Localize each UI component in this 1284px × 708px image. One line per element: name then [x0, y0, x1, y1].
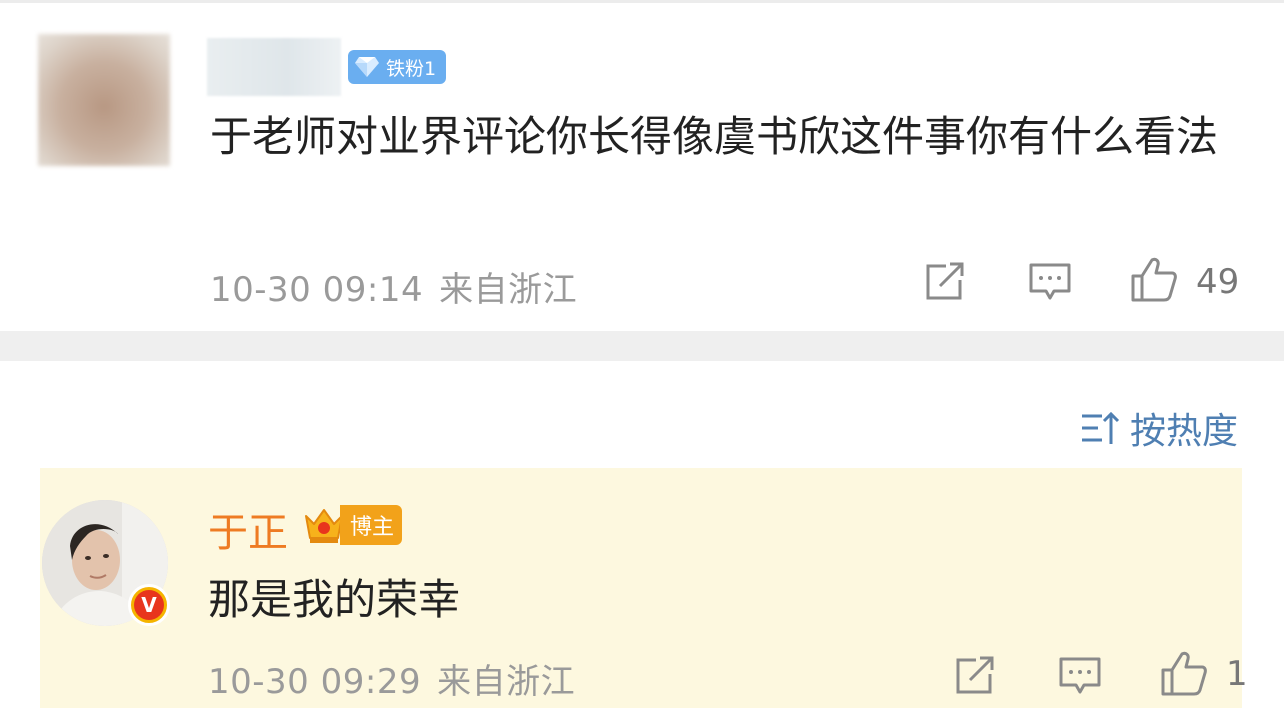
fan-badge-label: 铁粉1 — [386, 57, 437, 80]
comment-button[interactable] — [1028, 262, 1072, 302]
comment-date: 10-30 09:14 — [210, 270, 424, 310]
diamond-icon — [355, 57, 379, 77]
host-badge: 博主 — [302, 504, 403, 546]
sort-icon — [1082, 411, 1120, 444]
verified-badge: V — [128, 584, 170, 626]
reply-date: 10-30 09:29 — [208, 662, 422, 702]
like-button[interactable] — [1130, 256, 1178, 302]
reply-author-name[interactable]: 于正 — [208, 500, 288, 558]
reply-share-button[interactable] — [954, 656, 996, 696]
comment-icon — [1059, 657, 1101, 694]
comment-icon — [1029, 263, 1071, 300]
comment-text: 于老师对业界评论你长得像虞书欣这件事你有什么看法 — [210, 112, 1219, 161]
share-icon — [926, 262, 964, 300]
reply-like-button[interactable] — [1160, 650, 1208, 696]
like-icon — [1161, 651, 1207, 696]
comment-meta: 10-30 09:14 来自浙江 — [210, 262, 577, 311]
reply-comment-button[interactable] — [1058, 656, 1102, 696]
share-button[interactable] — [924, 262, 966, 302]
section-divider — [0, 331, 1284, 361]
verified-icon: V — [134, 590, 164, 620]
sort-by-hot-button[interactable]: 按热度 — [1080, 402, 1238, 454]
like-icon — [1131, 257, 1177, 302]
commenter-name-blurred[interactable] — [207, 38, 341, 96]
top-divider — [0, 0, 1284, 3]
comment-location: 来自浙江 — [439, 270, 578, 310]
commenter-avatar[interactable] — [38, 34, 170, 166]
like-count: 49 — [1196, 262, 1240, 302]
reply-like-count: 1 — [1226, 654, 1248, 694]
reply-text: 那是我的荣幸 — [208, 575, 461, 624]
share-icon — [956, 656, 994, 694]
host-badge-label: 博主 — [340, 505, 403, 545]
sort-label: 按热度 — [1130, 411, 1239, 452]
fan-level-badge[interactable]: 铁粉1 — [348, 50, 447, 84]
reply-location: 来自浙江 — [437, 662, 576, 702]
